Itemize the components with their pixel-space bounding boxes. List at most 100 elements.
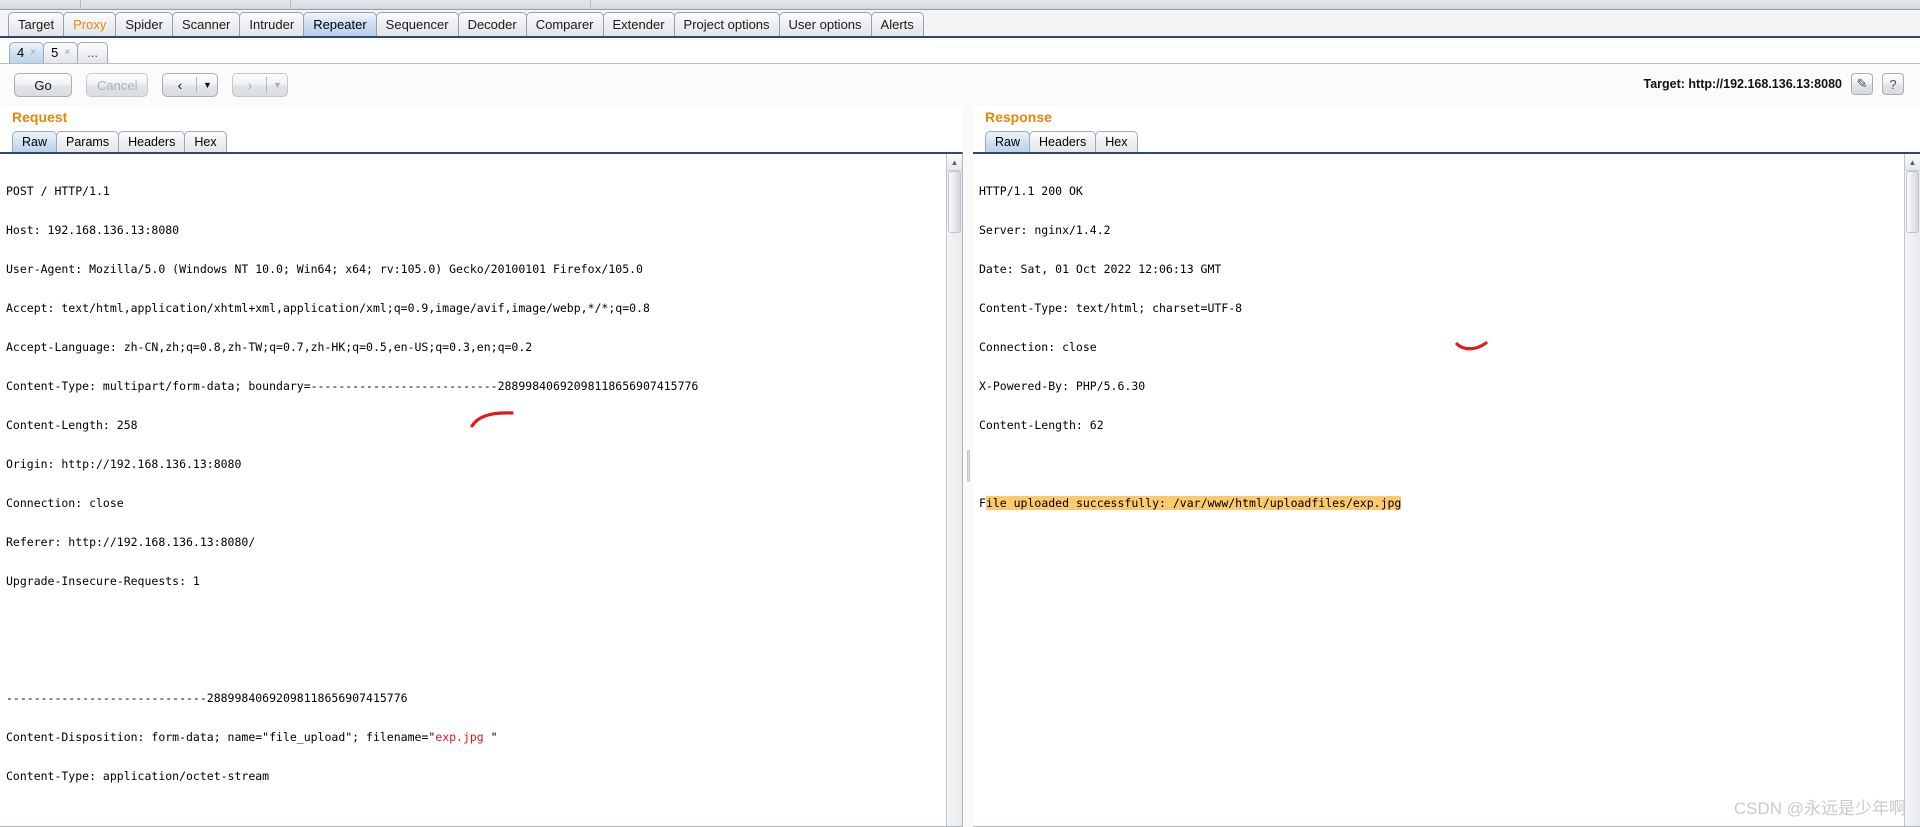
help-button[interactable]: ? bbox=[1882, 73, 1904, 95]
tab-label: Extender bbox=[612, 17, 665, 32]
tab-comparer[interactable]: Comparer bbox=[525, 12, 604, 36]
window-chrome-strip bbox=[0, 0, 1920, 10]
cancel-button[interactable]: Cancel bbox=[86, 73, 149, 97]
tab-label: Proxy bbox=[73, 17, 107, 32]
response-body-first-char: F bbox=[979, 496, 986, 510]
tab-spider[interactable]: Spider bbox=[115, 12, 173, 36]
disposition-prefix: Content-Disposition: form-data; name="fi… bbox=[6, 730, 436, 744]
scrollbar-thumb[interactable] bbox=[1906, 171, 1919, 233]
request-tab-params[interactable]: Params bbox=[56, 131, 120, 152]
response-pane: Response Raw Headers Hex HTTP/1.1 200 OK… bbox=[973, 105, 1920, 827]
request-line-blank bbox=[6, 653, 946, 666]
sub-tab-4[interactable]: 4 × bbox=[9, 42, 45, 63]
response-body-line: File uploaded successfully: /var/www/htm… bbox=[979, 496, 1904, 510]
request-line: Referer: http://192.168.136.13:8080/ bbox=[6, 535, 256, 549]
edit-target-button[interactable]: ✎ bbox=[1851, 73, 1873, 95]
tab-extender[interactable]: Extender bbox=[602, 12, 675, 36]
tab-label: Headers bbox=[128, 135, 176, 149]
chevron-right-icon: › bbox=[247, 77, 253, 93]
response-line: Connection: close bbox=[979, 340, 1097, 354]
tab-alerts[interactable]: Alerts bbox=[870, 12, 924, 36]
request-tab-raw[interactable]: Raw bbox=[12, 131, 58, 152]
close-icon[interactable]: × bbox=[30, 43, 36, 63]
response-line: Server: nginx/1.4.2 bbox=[979, 223, 1111, 237]
disposition-suffix: " bbox=[490, 730, 498, 744]
request-editor[interactable]: POST / HTTP/1.1 Host: 192.168.136.13:808… bbox=[0, 154, 946, 826]
request-boundary-line: -----------------------------28899840692… bbox=[6, 691, 408, 705]
response-line-blank bbox=[979, 458, 1904, 471]
back-button[interactable]: ‹ ▼ bbox=[162, 73, 219, 97]
response-line: X-Powered-By: PHP/5.6.30 bbox=[979, 379, 1146, 393]
request-line-blank bbox=[6, 809, 946, 822]
request-vertical-scrollbar[interactable]: ▲ bbox=[946, 154, 962, 826]
request-line: Upgrade-Insecure-Requests: 1 bbox=[6, 574, 200, 588]
tab-label: Raw bbox=[995, 135, 1021, 149]
request-line: Connection: close bbox=[6, 496, 124, 510]
scroll-up-icon[interactable]: ▲ bbox=[1905, 154, 1920, 171]
request-tab-hex[interactable]: Hex bbox=[184, 131, 227, 152]
tab-label: User options bbox=[788, 17, 862, 32]
response-tab-hex[interactable]: Hex bbox=[1095, 131, 1138, 152]
go-button[interactable]: Go bbox=[14, 73, 72, 97]
sub-tab-label: 5 bbox=[51, 45, 59, 60]
request-line: Content-Type: multipart/form-data; bound… bbox=[6, 379, 699, 393]
request-disposition-line: Content-Disposition: form-data; name="fi… bbox=[6, 731, 946, 744]
close-icon[interactable]: × bbox=[64, 43, 70, 63]
request-pane: Request Raw Params Headers Hex POST / HT… bbox=[0, 105, 963, 827]
request-line-blank bbox=[6, 614, 946, 627]
repeater-sub-tab-bar: 4 × 5 × ... bbox=[0, 38, 1920, 64]
request-tab-headers[interactable]: Headers bbox=[118, 131, 186, 152]
response-tab-raw[interactable]: Raw bbox=[985, 131, 1031, 152]
disposition-filename: exp.jpg bbox=[435, 730, 491, 744]
target-label: Target: http://192.168.136.13:8080 bbox=[1643, 77, 1842, 91]
chevron-down-icon[interactable]: ▼ bbox=[197, 80, 217, 90]
request-title: Request bbox=[12, 109, 68, 125]
request-line: Content-Length: 258 bbox=[6, 418, 138, 432]
scrollbar-thumb[interactable] bbox=[948, 171, 961, 233]
pane-splitter[interactable] bbox=[963, 105, 973, 827]
tab-sequencer[interactable]: Sequencer bbox=[375, 12, 459, 36]
tab-intruder[interactable]: Intruder bbox=[239, 12, 305, 36]
target-area: Target: http://192.168.136.13:8080 ✎ ? bbox=[1644, 73, 1904, 95]
tab-target[interactable]: Target bbox=[8, 12, 65, 36]
tab-label: Repeater bbox=[313, 17, 367, 32]
request-line: User-Agent: Mozilla/5.0 (Windows NT 10.0… bbox=[6, 262, 643, 276]
tab-label: Sequencer bbox=[385, 17, 449, 32]
response-tab-headers[interactable]: Headers bbox=[1029, 131, 1097, 152]
pencil-icon: ✎ bbox=[1856, 76, 1868, 91]
tab-label: Alerts bbox=[880, 17, 914, 32]
scroll-up-icon[interactable]: ▲ bbox=[947, 154, 962, 171]
response-line: HTTP/1.1 200 OK bbox=[979, 184, 1083, 198]
chevron-down-icon[interactable]: ▼ bbox=[267, 80, 287, 90]
sub-tab-new[interactable]: ... bbox=[77, 42, 108, 63]
tab-user-options[interactable]: User options bbox=[778, 12, 872, 36]
response-line: Content-Length: 62 bbox=[979, 418, 1104, 432]
tab-repeater[interactable]: Repeater bbox=[303, 12, 377, 36]
tab-scanner[interactable]: Scanner bbox=[171, 12, 241, 36]
chevron-left-icon: ‹ bbox=[177, 77, 183, 93]
tab-label: Headers bbox=[1039, 135, 1087, 149]
response-editor-wrap: HTTP/1.1 200 OK Server: nginx/1.4.2 Date… bbox=[973, 152, 1920, 827]
request-line: POST / HTTP/1.1 bbox=[6, 184, 110, 198]
tab-label: Raw bbox=[22, 135, 48, 149]
tab-label: Decoder bbox=[467, 17, 517, 32]
sub-tab-5[interactable]: 5 × bbox=[43, 42, 79, 63]
response-tab-bar: Raw Headers Hex bbox=[973, 129, 1920, 152]
response-line: Date: Sat, 01 Oct 2022 12:06:13 GMT bbox=[979, 262, 1222, 276]
forward-button[interactable]: › ▼ bbox=[232, 73, 289, 97]
tab-label: Project options bbox=[683, 17, 770, 32]
request-line: Accept-Language: zh-CN,zh;q=0.8,zh-TW;q=… bbox=[6, 340, 533, 354]
tab-label: Hex bbox=[194, 135, 217, 149]
tab-proxy[interactable]: Proxy bbox=[63, 12, 117, 36]
response-editor[interactable]: HTTP/1.1 200 OK Server: nginx/1.4.2 Date… bbox=[973, 154, 1904, 826]
tab-label: Comparer bbox=[535, 17, 594, 32]
response-vertical-scrollbar[interactable]: ▲ bbox=[1904, 154, 1920, 826]
tab-label: Target bbox=[18, 17, 55, 32]
request-line: Origin: http://192.168.136.13:8080 bbox=[6, 457, 242, 471]
tab-decoder[interactable]: Decoder bbox=[457, 12, 527, 36]
request-tab-bar: Raw Params Headers Hex bbox=[0, 129, 963, 152]
tab-project-options[interactable]: Project options bbox=[673, 12, 780, 36]
watermark: CSDN @永远是少年啊 bbox=[1733, 799, 1906, 818]
tab-label: Scanner bbox=[181, 17, 231, 32]
sub-tab-label: 4 bbox=[17, 45, 25, 60]
